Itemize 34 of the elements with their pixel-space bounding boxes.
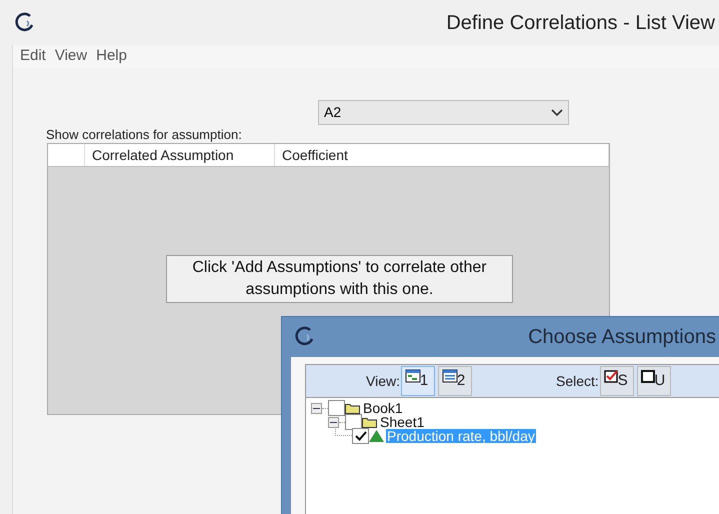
empty-message: Click 'Add Assumptions' to correlate other assumptions with this one. bbox=[166, 255, 513, 303]
tree-view-icon bbox=[404, 369, 421, 384]
assumption-dropdown[interactable]: A2 bbox=[318, 100, 569, 125]
empty-box-icon bbox=[640, 369, 657, 384]
list-view-icon bbox=[442, 369, 458, 384]
collapse-icon[interactable] bbox=[328, 416, 339, 428]
window-title: Define Correlations - List View bbox=[446, 10, 716, 36]
chevron-down-icon bbox=[551, 108, 563, 116]
toolbar-button[interactable]: 1 bbox=[400, 366, 435, 396]
app-logo-icon bbox=[14, 12, 36, 34]
toolbar-button[interactable]: U bbox=[636, 366, 671, 396]
tree-item-label[interactable]: Book1 bbox=[362, 401, 404, 415]
menu-item[interactable]: Help bbox=[96, 45, 127, 68]
folder-icon bbox=[345, 402, 360, 414]
collapse-icon[interactable] bbox=[311, 402, 322, 414]
dialog-title: Choose Assumptions bbox=[528, 325, 717, 350]
checkbox[interactable] bbox=[328, 400, 345, 416]
triangle-icon bbox=[369, 430, 384, 442]
check-icon bbox=[354, 431, 366, 441]
column-header: Coefficient bbox=[275, 144, 609, 166]
column-header: Correlated Assumption bbox=[85, 144, 275, 166]
menu-item[interactable]: Edit bbox=[20, 45, 46, 68]
dropdown-value: A2 bbox=[324, 103, 342, 122]
checkbox[interactable] bbox=[345, 414, 362, 430]
menu-item[interactable]: View bbox=[54, 45, 88, 68]
app-logo-icon bbox=[294, 326, 316, 348]
toolbar-button[interactable]: S bbox=[600, 366, 634, 396]
tree-item-label[interactable]: Sheet1 bbox=[379, 415, 426, 429]
toolbar-label: View: bbox=[366, 372, 400, 390]
field-label: Show correlations for assumption: bbox=[46, 127, 243, 143]
checkbox[interactable] bbox=[352, 428, 369, 444]
checked-box-icon bbox=[604, 369, 620, 384]
toolbar-label: Select: bbox=[556, 372, 599, 390]
toolbar-button[interactable]: 2 bbox=[438, 366, 472, 396]
